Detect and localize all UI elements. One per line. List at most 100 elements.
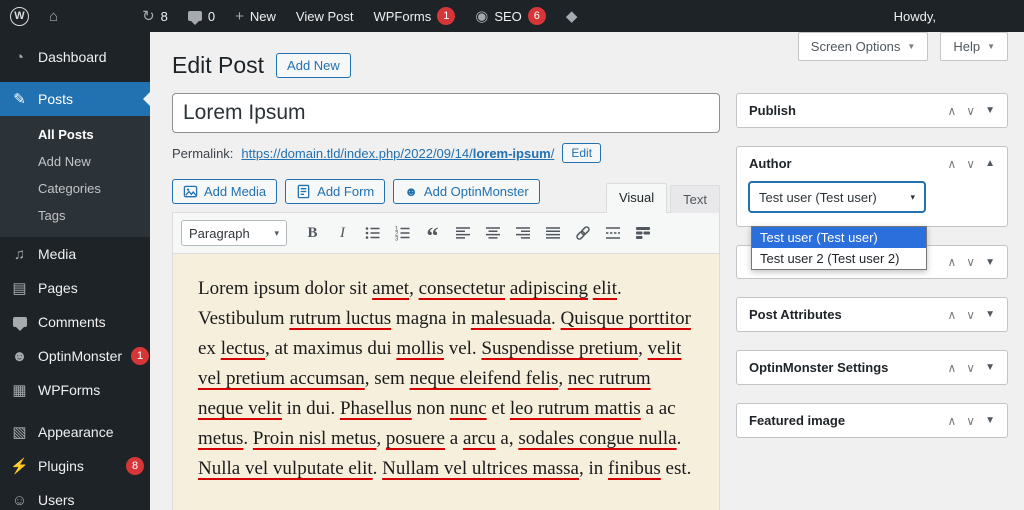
wordpress-logo-icon: W (10, 7, 29, 26)
chevron-down-icon: ▾ (910, 192, 915, 203)
more-tag-button[interactable] (600, 221, 625, 246)
panel-publish-header[interactable]: Publish ∧ ∨ ▼ (737, 94, 1007, 127)
home-icon: ⌂ (49, 9, 58, 24)
submenu-tags[interactable]: Tags (0, 202, 150, 229)
dropdown-option-2[interactable]: Test user 2 (Test user 2) (752, 248, 926, 269)
sidebar-item-pages[interactable]: ▤ Pages (0, 271, 150, 305)
sidebar-item-posts[interactable]: ✎ Posts (0, 82, 150, 116)
toggle-panel-icon[interactable]: ▼ (985, 415, 995, 426)
site-home-link[interactable]: ⌂ (39, 0, 68, 32)
submenu-add-new[interactable]: Add New (0, 148, 150, 175)
main-content: Screen Options ▼ Help ▼ Edit Post Add Ne… (150, 32, 1024, 510)
submenu-all-posts[interactable]: All Posts (0, 121, 150, 148)
toggle-panel-icon[interactable]: ▲ (985, 158, 995, 169)
move-down-icon[interactable]: ∨ (966, 157, 975, 171)
view-post-link[interactable]: View Post (286, 0, 364, 32)
tab-text[interactable]: Text (670, 185, 720, 213)
toggle-panel-icon[interactable]: ▼ (985, 257, 995, 268)
numbered-list-button[interactable]: 123 (390, 221, 415, 246)
sidebar-item-wpforms[interactable]: ▦ WPForms (0, 373, 150, 407)
seo-menu[interactable]: ◉ SEO 6 (465, 0, 556, 32)
add-new-button[interactable]: Add New (276, 53, 351, 78)
updates-menu[interactable]: ↻ 8 (132, 0, 178, 32)
align-justify-button[interactable] (540, 221, 565, 246)
screen-options-button[interactable]: Screen Options ▼ (798, 32, 929, 61)
permalink-link[interactable]: https://domain.tld/index.php/2022/09/14/… (241, 146, 554, 161)
wpforms-menu[interactable]: WPForms 1 (363, 0, 465, 32)
comments-menu[interactable]: 0 (178, 0, 225, 32)
submenu-categories[interactable]: Categories (0, 175, 150, 202)
align-right-button[interactable] (510, 221, 535, 246)
toggle-panel-icon[interactable]: ▼ (985, 105, 995, 116)
author-select-value: Test user (Test user) (759, 190, 877, 205)
add-optinmonster-button[interactable]: ☻ Add OptinMonster (393, 179, 539, 204)
misspelled-word: adipiscing (510, 278, 588, 299)
panel-featured-image-header[interactable]: Featured image ∧ ∨ ▼ (737, 404, 1007, 437)
toggle-panel-icon[interactable]: ▼ (985, 362, 995, 373)
post-title-input[interactable] (172, 93, 720, 133)
howdy-menu[interactable]: Howdy, (884, 0, 1024, 32)
edit-permalink-button[interactable]: Edit (562, 143, 601, 163)
sidebar-item-dashboard[interactable]: ◔ Dashboard (0, 40, 150, 74)
text-segment: in dui. (282, 398, 340, 419)
pages-icon: ▤ (10, 279, 29, 297)
screen-meta: Screen Options ▼ Help ▼ (798, 32, 1008, 61)
text-segment: , (376, 428, 386, 449)
admin-bar: W ⌂ ↻ 8 0 + New View Post WPForms 1 ◉ SE… (0, 0, 1024, 32)
misspelled-word: lectus (221, 338, 265, 359)
add-media-button[interactable]: Add Media (172, 179, 277, 204)
add-form-button[interactable]: Add Form (285, 179, 385, 204)
new-content-menu[interactable]: + New (225, 0, 286, 32)
dropdown-option-1[interactable]: Test user (Test user) (752, 227, 926, 248)
sidebar-item-plugins[interactable]: ⚡ Plugins 8 (0, 449, 150, 483)
toolbar-toggle-icon (634, 224, 652, 242)
wordpress-logo-menu[interactable]: W (0, 0, 39, 32)
link-button[interactable] (570, 221, 595, 246)
move-down-icon[interactable]: ∨ (966, 104, 975, 118)
move-up-icon[interactable]: ∧ (948, 414, 957, 428)
align-left-button[interactable] (450, 221, 475, 246)
text-segment: et (487, 398, 510, 419)
panel-author-header[interactable]: Author ∧ ∨ ▲ (737, 147, 1007, 180)
text-segment: , (409, 278, 419, 299)
panel-author-body: Test user (Test user) ▾ Test user (Test … (737, 180, 1007, 226)
help-button[interactable]: Help ▼ (940, 32, 1008, 61)
tab-visual[interactable]: Visual (606, 183, 667, 213)
move-up-icon[interactable]: ∧ (948, 104, 957, 118)
optinmonster-icon: ☻ (404, 184, 418, 199)
diamond-menu[interactable]: ◆ (556, 0, 588, 32)
posts-icon: ✎ (10, 90, 29, 108)
bold-button[interactable]: B (300, 221, 325, 246)
move-down-icon[interactable]: ∨ (966, 255, 975, 269)
move-down-icon[interactable]: ∨ (966, 414, 975, 428)
more-tag-icon (604, 224, 622, 242)
sidebar-item-appearance[interactable]: ▧ Appearance (0, 415, 150, 449)
align-center-icon (484, 224, 502, 242)
panel-title: Author (749, 156, 948, 171)
sidebar-item-comments[interactable]: Comments (0, 305, 150, 339)
bulleted-list-button[interactable] (360, 221, 385, 246)
editor-content-area[interactable]: Lorem ipsum dolor sit amet, consectetur … (173, 254, 719, 510)
panel-optinmonster-settings-header[interactable]: OptinMonster Settings ∧ ∨ ▼ (737, 351, 1007, 384)
move-up-icon[interactable]: ∧ (948, 361, 957, 375)
misspelled-word: rutrum luctus (289, 308, 391, 329)
italic-button[interactable]: I (330, 221, 355, 246)
blockquote-button[interactable]: “ (420, 221, 445, 246)
media-icon: ♫ (10, 246, 29, 263)
align-center-button[interactable] (480, 221, 505, 246)
sidebar-item-users[interactable]: ☺ Users (0, 483, 150, 510)
plugins-badge: 8 (126, 457, 144, 475)
toggle-panel-icon[interactable]: ▼ (985, 309, 995, 320)
move-up-icon[interactable]: ∧ (948, 308, 957, 322)
sidebar-item-media[interactable]: ♫ Media (0, 237, 150, 271)
move-down-icon[interactable]: ∨ (966, 308, 975, 322)
toolbar-toggle-button[interactable] (630, 221, 655, 246)
author-select[interactable]: Test user (Test user) ▾ (749, 182, 925, 212)
panel-post-attributes-header[interactable]: Post Attributes ∧ ∨ ▼ (737, 298, 1007, 331)
move-down-icon[interactable]: ∨ (966, 361, 975, 375)
sidebar-item-optinmonster[interactable]: ☻ OptinMonster 1 (0, 339, 150, 373)
paragraph-format-select[interactable]: Paragraph ▾ (181, 220, 287, 246)
text-segment: a ac (641, 398, 676, 419)
move-up-icon[interactable]: ∧ (948, 157, 957, 171)
move-up-icon[interactable]: ∧ (948, 255, 957, 269)
